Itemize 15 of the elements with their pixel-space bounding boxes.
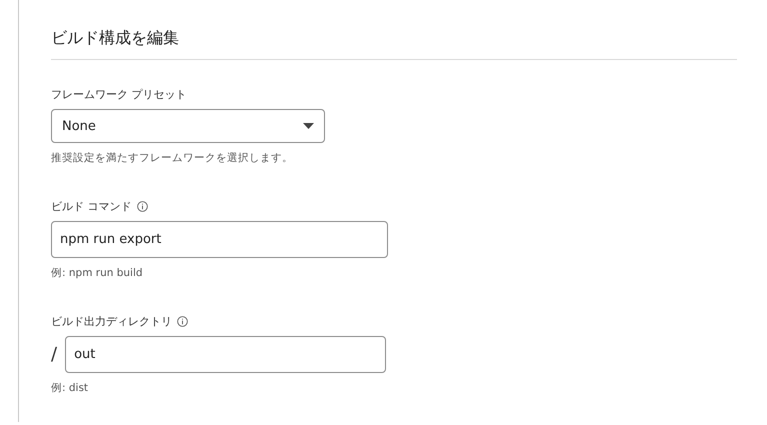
section-title: ビルド構成を編集 [51,28,737,60]
help-text: 例: npm run build [51,266,143,280]
help-text: 推奨設定を満たすフレームワークを選択します。 [51,151,293,165]
field-label: ビルド出力ディレクトリ [51,314,172,329]
path-prefix: / [51,344,58,365]
help-text: 例: dist [51,381,88,395]
field-label: ビルド コマンド [51,199,132,214]
framework-select[interactable]: None [51,109,325,143]
input-field[interactable]: npm run export [51,221,388,258]
select-value: None [62,118,96,134]
info-icon[interactable] [177,316,188,327]
caret-icon [303,123,314,129]
info-icon[interactable] [136,201,148,212]
field-label: フレームワーク プリセット [51,87,186,102]
input-field[interactable]: out [65,336,386,373]
